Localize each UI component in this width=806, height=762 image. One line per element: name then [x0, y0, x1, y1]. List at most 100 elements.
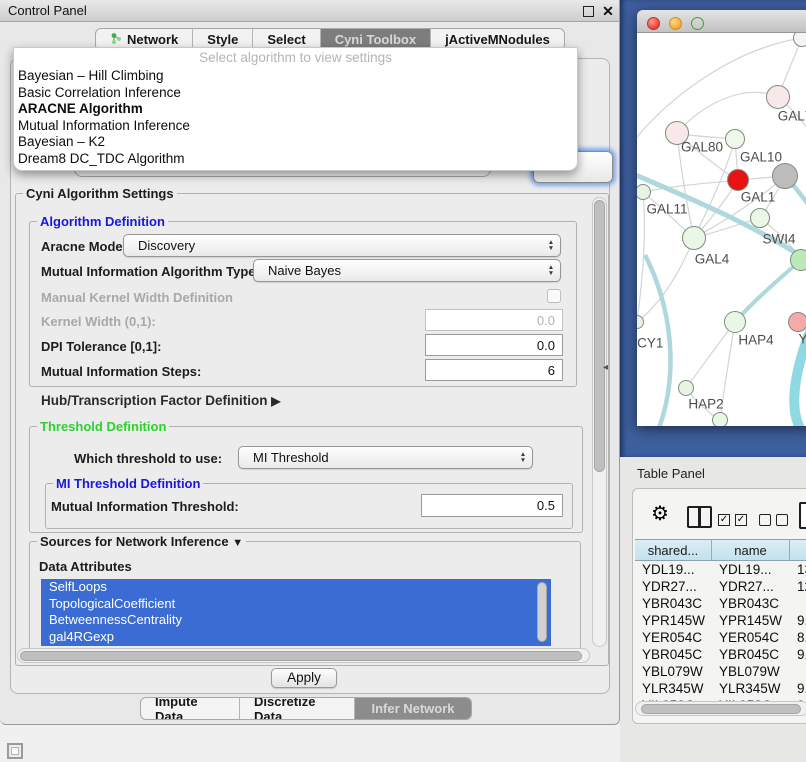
- table-row[interactable]: YER054CYER054C8.: [635, 629, 806, 646]
- attribute-item[interactable]: BetweennessCentrality: [41, 612, 551, 629]
- table-row[interactable]: YBL079WYBL079W: [635, 663, 806, 680]
- table-cell[interactable]: 13: [790, 561, 806, 578]
- network-node[interactable]: [772, 163, 798, 189]
- table-cell[interactable]: YLR345W: [635, 680, 712, 697]
- kernel-width-input[interactable]: 0.0: [425, 309, 563, 331]
- algorithm-option[interactable]: Dream8 DC_TDC Algorithm: [14, 151, 577, 168]
- table-cell[interactable]: 9.: [790, 612, 806, 629]
- bottom-tab-infer-network[interactable]: Infer Network: [354, 698, 471, 719]
- table-cell[interactable]: YBR043C: [635, 595, 712, 612]
- kernel-width-label: Kernel Width (0,1):: [41, 314, 156, 329]
- table-horizontal-scrollbar[interactable]: [635, 701, 806, 716]
- new-table-icon[interactable]: [799, 502, 806, 529]
- table-cell[interactable]: YDR27...: [712, 578, 790, 595]
- attribute-item[interactable]: TopologicalCoefficient: [41, 596, 551, 613]
- table-cell[interactable]: YBR045C: [635, 646, 712, 663]
- manual-kernel-checkbox[interactable]: [547, 289, 561, 303]
- attribute-item[interactable]: gal4RGexp: [41, 629, 551, 646]
- node-label: GCY1: [637, 336, 663, 351]
- algorithm-option[interactable]: Bayesian – Hill Climbing: [14, 68, 577, 85]
- table-cell[interactable]: YPR145W: [635, 612, 712, 629]
- zoom-traffic-button[interactable]: [691, 17, 704, 30]
- table-row[interactable]: YDL19...YDL19...13: [635, 561, 806, 578]
- algorithm-option[interactable]: Bayesian – K2: [14, 134, 577, 151]
- select-all-checkbox2-icon[interactable]: ✓: [735, 514, 747, 526]
- table-cell[interactable]: YBR045C: [712, 646, 790, 663]
- table-cell[interactable]: YPR145W: [712, 612, 790, 629]
- table-cell[interactable]: 8.: [790, 629, 806, 646]
- collapsed-arrow-icon: ▶: [271, 394, 280, 408]
- table-cell[interactable]: 9.: [790, 680, 806, 697]
- which-threshold-label: Which threshold to use:: [74, 451, 222, 466]
- network-node-gal7[interactable]: [766, 85, 790, 109]
- algorithm-option[interactable]: ARACNE Algorithm: [14, 101, 577, 118]
- close-traffic-button[interactable]: [647, 17, 660, 30]
- table-cell[interactable]: [790, 663, 806, 680]
- network-node[interactable]: [727, 169, 749, 191]
- deselect-checkbox-icon[interactable]: [759, 514, 771, 526]
- network-node-hap4[interactable]: [724, 311, 746, 333]
- collapsed-panel-icon[interactable]: [7, 743, 23, 759]
- column-header-name[interactable]: name: [712, 539, 790, 561]
- table-hscroll-thumb[interactable]: [641, 704, 801, 714]
- table-cell[interactable]: YDR27...: [635, 578, 712, 595]
- table-row[interactable]: YDR27...YDR27...12: [635, 578, 806, 595]
- node-label: GAL80: [681, 140, 723, 155]
- mi-steps-input[interactable]: 6: [425, 359, 563, 381]
- network-node-hap2[interactable]: [678, 380, 694, 396]
- network-window-titlebar[interactable]: [637, 10, 806, 33]
- table-cell[interactable]: 9.: [790, 646, 806, 663]
- settings-vertical-scrollbar[interactable]: [592, 197, 607, 647]
- network-view-window[interactable]: GAL7GAL80GAL10GAL1GAL11SWI4GAL4GCY1HAP4Y…: [637, 10, 806, 426]
- network-node-gal1[interactable]: [750, 208, 770, 228]
- mi-threshold-input[interactable]: 0.5: [421, 494, 563, 517]
- table-cell[interactable]: YBR043C: [712, 595, 790, 612]
- table-cell[interactable]: YDL19...: [635, 561, 712, 578]
- gear-icon[interactable]: ⚙: [651, 501, 669, 526]
- network-canvas[interactable]: GAL7GAL80GAL10GAL1GAL11SWI4GAL4GCY1HAP4Y…: [637, 33, 806, 426]
- table-cell[interactable]: YLR345W: [712, 680, 790, 697]
- network-node[interactable]: [712, 412, 728, 426]
- table-cell[interactable]: YER054C: [712, 629, 790, 646]
- table-row[interactable]: YPR145WYPR145W9.: [635, 612, 806, 629]
- network-node-gal4[interactable]: [682, 226, 706, 250]
- table-row[interactable]: YLR345WYLR345W9.: [635, 680, 806, 697]
- bottom-tab-discretize-data[interactable]: Discretize Data: [239, 698, 354, 719]
- table-cell[interactable]: [790, 595, 806, 612]
- table-cell[interactable]: YDL19...: [712, 561, 790, 578]
- dpi-tolerance-input[interactable]: 0.0: [425, 334, 563, 356]
- network-node-swi4[interactable]: [790, 249, 806, 271]
- settings-horizontal-scrollbar[interactable]: [17, 648, 590, 663]
- which-threshold-combobox[interactable]: MI Threshold ▲▼: [238, 446, 533, 469]
- aracne-mode-combobox[interactable]: Discovery ▲▼: [123, 234, 561, 257]
- float-window-icon[interactable]: [583, 6, 594, 17]
- split-columns-icon[interactable]: [687, 506, 712, 528]
- table-cell[interactable]: YER054C: [635, 629, 712, 646]
- table-row[interactable]: YBR043CYBR043C: [635, 595, 806, 612]
- column-header-shared...[interactable]: shared...: [635, 539, 712, 561]
- table-cell[interactable]: YBL079W: [635, 663, 712, 680]
- select-all-checkbox-icon[interactable]: ✓: [718, 514, 730, 526]
- column-header-A[interactable]: A: [790, 539, 806, 561]
- table-cell[interactable]: 12: [790, 578, 806, 595]
- close-icon[interactable]: ✕: [600, 2, 616, 20]
- deselect-checkbox2-icon[interactable]: [776, 514, 788, 526]
- apply-button[interactable]: Apply: [271, 668, 337, 688]
- mi-type-combobox[interactable]: Naive Bayes ▲▼: [253, 259, 561, 282]
- algorithm-option[interactable]: Mutual Information Inference: [14, 118, 577, 135]
- hub-definition-toggle[interactable]: Hub/Transcription Factor Definition ▶: [41, 393, 281, 408]
- table-cell[interactable]: YBL079W: [712, 663, 790, 680]
- attribute-item[interactable]: SelfLoops: [41, 579, 551, 596]
- algorithm-option[interactable]: Basic Correlation Inference: [14, 85, 577, 102]
- attributes-vscroll-thumb[interactable]: [537, 582, 547, 642]
- bottom-tab-impute-data[interactable]: Impute Data: [141, 698, 239, 719]
- splitter-arrow-icon[interactable]: ◂: [603, 362, 608, 373]
- control-panel-titlebar[interactable]: Control Panel ✕: [0, 0, 619, 22]
- network-node-gal10[interactable]: [725, 129, 745, 149]
- minimize-traffic-button[interactable]: [669, 17, 682, 30]
- settings-hscroll-thumb[interactable]: [20, 651, 582, 661]
- table-row[interactable]: YBR045CYBR045C9.: [635, 646, 806, 663]
- network-node-y[interactable]: [788, 312, 806, 332]
- settings-vscroll-thumb[interactable]: [594, 200, 605, 472]
- data-attributes-list[interactable]: SelfLoopsTopologicalCoefficientBetweenne…: [41, 579, 551, 646]
